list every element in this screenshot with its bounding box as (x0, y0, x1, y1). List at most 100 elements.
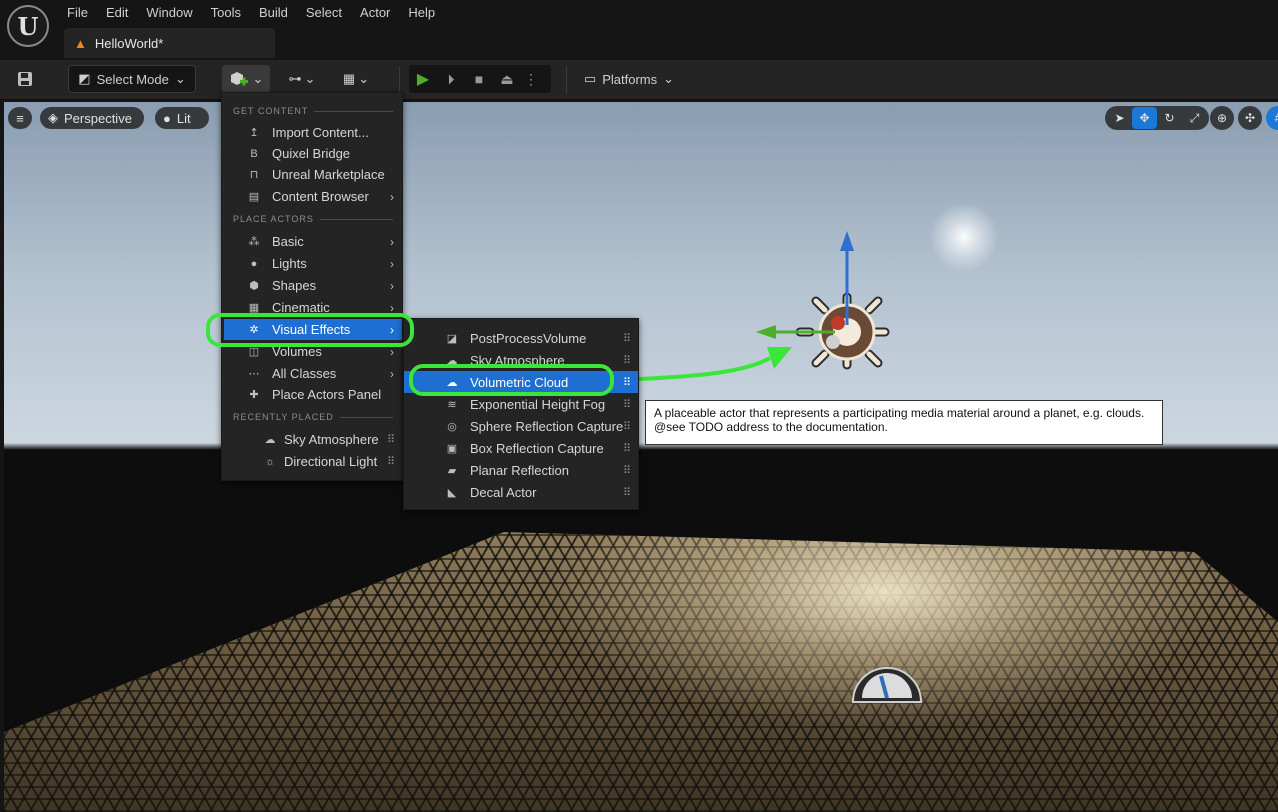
grid-snap-icon[interactable]: # (1266, 106, 1278, 130)
world-space-icon[interactable]: ⊕ (1210, 106, 1234, 130)
tooltip: A placeable actor that represents a part… (645, 400, 1163, 445)
play-icon[interactable]: ▶ (409, 65, 437, 93)
vfx-item-decal-actor[interactable]: ◣ Decal Actor ⠿ (404, 481, 638, 503)
drag-handle-icon[interactable]: ⠿ (623, 442, 631, 455)
vfx-item-box-reflection-capture[interactable]: ▣ Box Reflection Capture ⠿ (404, 437, 638, 459)
drag-handle-icon[interactable]: ⠿ (623, 354, 631, 367)
visual-effects-submenu: ◪ PostProcessVolume ⠿ ☁ Sky Atmosphere ⠿ ☁ Vo… (403, 318, 639, 510)
select-mode-dropdown[interactable]: ◩ Select Mode ⌄ (68, 65, 196, 93)
chevron-down-icon: ⌄ (252, 71, 264, 86)
menu-item-shapes[interactable]: ⬢ Shapes › (224, 275, 402, 296)
drag-handle-icon[interactable]: ⠿ (623, 486, 631, 499)
chevron-down-icon: ⌄ (174, 71, 186, 86)
rotate-icon[interactable]: ↻ (1157, 107, 1182, 129)
menu-item-place-actors-panel[interactable]: ✚ Place Actors Panel (224, 384, 402, 405)
vfx-item-postprocess-volume[interactable]: ◪ PostProcessVolume ⠿ (404, 327, 638, 349)
scale-icon[interactable]: ⤢ (1182, 107, 1207, 129)
select-arrow-icon[interactable]: ➤ (1107, 107, 1132, 129)
chevron-right-icon: › (390, 366, 394, 381)
perspective-button[interactable]: ◈ Perspective (40, 107, 144, 129)
vfx-item-sphere-reflection-capture[interactable]: ◎ Sphere Reflection Capture ⠿ (404, 415, 638, 437)
drag-handle-icon[interactable]: ⠿ (623, 332, 631, 345)
menu-item-import-content[interactable]: ↥ Import Content... (224, 122, 402, 143)
menu-item-marketplace[interactable]: ⊓ Unreal Marketplace (224, 164, 402, 185)
lit-label: Lit (176, 110, 191, 126)
skylight-actor-icon[interactable] (850, 646, 924, 706)
unreal-logo-icon[interactable]: U (7, 5, 49, 47)
menu-item-recent-sky-atmosphere[interactable]: ☁ Sky Atmosphere ⠿ (224, 429, 402, 450)
view-mode-button[interactable]: ● Lit (155, 107, 209, 129)
box-capture-icon: ▣ (446, 442, 458, 455)
blueprints-button[interactable]: ⊶ ⌄ (282, 65, 322, 93)
save-icon (18, 72, 32, 86)
menu-tools[interactable]: Tools (202, 2, 250, 24)
chevron-down-icon: ⌄ (663, 71, 675, 86)
play-controls: ▶ ⏵ ■ ⏏ ⋮ (409, 65, 551, 93)
sun-disc (929, 202, 999, 272)
level-icon: ▲ (74, 35, 87, 51)
stop-icon[interactable]: ■ (465, 65, 493, 93)
step-icon[interactable]: ⏵ (437, 65, 465, 93)
transform-tools: ➤ ✥ ↻ ⤢ (1105, 106, 1209, 130)
place-actors-icon: ✚ (249, 389, 259, 401)
surface-snap-icon[interactable]: ✣ (1238, 106, 1262, 130)
viewport-menu-button[interactable]: ≡ (8, 107, 32, 129)
marketplace-icon: ⊓ (249, 169, 259, 181)
hamburger-icon: ≡ (16, 110, 24, 126)
menu-help[interactable]: Help (399, 2, 444, 24)
document-tab[interactable]: ▲ HelloWorld* (64, 28, 275, 58)
decal-icon: ◣ (447, 486, 457, 499)
postprocess-icon: ◪ (446, 332, 458, 345)
translate-icon[interactable]: ✥ (1132, 107, 1157, 129)
platforms-icon: ▭ (583, 71, 597, 86)
chevron-right-icon: › (390, 234, 394, 249)
add-actor-icon (230, 72, 248, 86)
drag-handle-icon[interactable]: ⠿ (623, 464, 631, 477)
drag-handle-icon[interactable]: ⠿ (387, 433, 395, 446)
menu-edit[interactable]: Edit (97, 2, 137, 24)
eject-icon[interactable]: ⏏ (493, 65, 521, 93)
play-options-icon[interactable]: ⋮ (521, 65, 541, 93)
menu-select[interactable]: Select (297, 2, 351, 24)
chevron-down-icon: ⌄ (304, 71, 316, 86)
annotation-ring-volumetric-cloud (409, 364, 614, 396)
menu-window[interactable]: Window (137, 2, 201, 24)
menu-item-quixel-bridge[interactable]: B Quixel Bridge (224, 143, 402, 164)
section-recently-placed: RECENTLY PLACED (233, 412, 393, 422)
toolbar-divider (399, 66, 400, 94)
cube-icon: ◈ (48, 110, 58, 125)
vfx-item-planar-reflection[interactable]: ▰ Planar Reflection ⠿ (404, 459, 638, 481)
all-classes-icon: ⋯ (248, 368, 260, 380)
level-viewport[interactable]: ≡ ◈ Perspective ● Lit ➤ ✥ ↻ ⤢ ⊕ ✣ # (4, 102, 1278, 812)
menu-item-lights[interactable]: ● Lights › (224, 253, 402, 274)
main-toolbar: ◩ Select Mode ⌄ ⌄ ⊶ ⌄ ▦ ⌄ ▶ ⏵ ■ ⏏ ⋮ ▭ Pl… (0, 60, 1278, 100)
menu-actor[interactable]: Actor (351, 2, 399, 24)
sky-atmosphere-icon: ☁ (264, 434, 276, 446)
menu-bar: File Edit Window Tools Build Select Acto… (58, 2, 444, 24)
quixel-icon: B (250, 147, 258, 160)
lit-sphere-icon: ● (163, 110, 171, 126)
sphere-capture-icon: ◎ (447, 420, 457, 433)
menu-item-basic[interactable]: ⁂ Basic › (224, 231, 402, 252)
menu-item-content-browser[interactable]: ▤ Content Browser › (224, 186, 402, 207)
annotation-ring-visual-effects (206, 313, 414, 347)
select-mode-icon: ◩ (78, 71, 91, 86)
drag-handle-icon[interactable]: ⠿ (623, 398, 631, 411)
content-browser-icon: ▤ (248, 191, 260, 203)
platforms-dropdown[interactable]: ▭ Platforms ⌄ (580, 65, 678, 93)
menu-build[interactable]: Build (250, 2, 297, 24)
drag-handle-icon[interactable]: ⠿ (387, 455, 395, 468)
directional-light-gizmo[interactable] (620, 225, 900, 385)
drag-handle-icon[interactable]: ⠿ (623, 420, 631, 433)
quick-add-button[interactable]: ⌄ (222, 65, 270, 93)
menu-item-all-classes[interactable]: ⋯ All Classes › (224, 363, 402, 384)
menu-file[interactable]: File (58, 2, 97, 24)
quick-add-menu: GET CONTENT ↥ Import Content... B Quixel B… (221, 92, 403, 481)
vfx-item-exponential-height-fog[interactable]: ≋ Exponential Height Fog ⠿ (404, 393, 638, 415)
menu-item-recent-directional-light[interactable]: ☼ Directional Light ⠿ (224, 451, 402, 472)
basic-shapes-icon: ⁂ (248, 236, 260, 248)
tooltip-line-1: A placeable actor that represents a part… (654, 406, 1145, 420)
cinematics-button[interactable]: ▦ ⌄ (336, 65, 376, 93)
drag-handle-icon[interactable]: ⠿ (623, 376, 631, 389)
save-button[interactable] (10, 65, 40, 93)
